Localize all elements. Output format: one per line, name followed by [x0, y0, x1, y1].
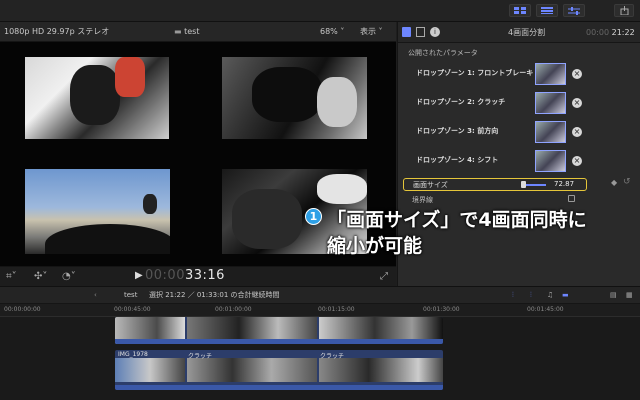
drop-zone-row: ドロップゾーン 4: シフト ×	[398, 150, 640, 178]
drop-zone-thumbnail[interactable]	[535, 150, 566, 172]
drop-zone-thumbnail[interactable]	[535, 63, 566, 85]
screen-size-value[interactable]: 72.87	[554, 180, 574, 188]
play-icon[interactable]: ▶	[135, 270, 143, 281]
film-strip-icon[interactable]	[416, 27, 425, 37]
selection-info: 選択 21:22 ／ 01:33:01 の合計継続時間	[149, 291, 280, 299]
drop-zone-label: ドロップゾーン 4: シフト	[416, 156, 499, 164]
inspector-timecode-value: 21:22	[611, 28, 635, 37]
split-screen-top-right	[222, 57, 367, 139]
speed-icon[interactable]: ◔˅	[62, 271, 76, 282]
inspector-panel: i 4画面分割 00:00 21:22 公開されたパラメータ ドロップゾーン 1…	[397, 22, 640, 286]
clip-name: クラッチ	[188, 353, 213, 360]
film-icon: ▬	[174, 27, 185, 36]
project-name: test	[124, 291, 138, 299]
inspector-title: 4画面分割	[508, 28, 546, 37]
border-label: 境界線	[412, 196, 433, 204]
timeline-tracks[interactable]: IMG_1978 クラッチ クラッチ	[0, 317, 640, 400]
timecode-dim: 00:00	[145, 268, 185, 283]
skimming-icon[interactable]: ⫶	[530, 287, 532, 304]
clear-icon[interactable]: ×	[572, 69, 582, 79]
chevron-down-icon: ˅	[337, 27, 345, 36]
crop-icon[interactable]: ⌗˅	[6, 271, 17, 282]
timeline-ruler[interactable]: 00:00:00:00 00:00:45:00 00:01:00:00 00:0…	[0, 304, 640, 317]
ruler-tick: 00:00:00:00	[4, 306, 41, 313]
compound-clip-lower[interactable]: IMG_1978 クラッチ クラッチ	[115, 350, 443, 390]
timecode-value: 33:16	[184, 268, 225, 283]
clear-icon[interactable]: ×	[572, 156, 582, 166]
border-checkbox[interactable]	[568, 195, 575, 202]
inspector-toggle-button[interactable]	[563, 4, 585, 17]
browser-layout-button[interactable]	[509, 4, 531, 17]
back-icon[interactable]: ‹	[94, 287, 97, 304]
screen-size-param: 画面サイズ 72.87	[403, 178, 587, 191]
drop-zone-label: ドロップゾーン 3: 前方向	[416, 127, 499, 135]
display-dropdown[interactable]: 表示 ˅	[360, 22, 383, 42]
sliders-icon	[568, 6, 580, 15]
viewer-timecode: 00:0033:16	[145, 268, 225, 283]
ruler-tick: 00:01:30:00	[423, 306, 460, 313]
timeline-header: ‹ test 選択 21:22 ／ 01:33:01 の合計継続時間 ⫶ ⫶ ♫…	[0, 286, 640, 304]
viewer-title: ▬ test	[174, 22, 199, 42]
chevron-down-icon: ˅	[376, 27, 383, 36]
inspector-timecode: 00:00 21:22	[586, 22, 635, 43]
screen-size-label: 画面サイズ	[413, 181, 448, 189]
slider-handle[interactable]	[521, 181, 526, 188]
clear-icon[interactable]: ×	[572, 127, 582, 137]
timeline-layout-icon	[541, 7, 553, 14]
annotation-line-1: 「画面サイズ」で4画面同時に	[327, 209, 587, 231]
viewer-transport: ⌗˅ ✣˅ ◔˅ ▶ 00:0033:16 ⤢	[0, 266, 396, 286]
keyframe-icon[interactable]: ◆	[611, 178, 617, 187]
inspector-timecode-dim: 00:00	[586, 28, 610, 37]
drop-zone-row: ドロップゾーン 1: フロントブレーキ ×	[398, 63, 640, 91]
clip-appearance-icon[interactable]: ▤	[610, 287, 617, 304]
video-inspector-icon[interactable]	[402, 27, 411, 37]
split-screen-top-left	[25, 57, 169, 139]
info-icon[interactable]: i	[430, 27, 440, 37]
share-button[interactable]	[614, 4, 634, 17]
drop-zone-row: ドロップゾーン 2: クラッチ ×	[398, 92, 640, 120]
compound-clip-upper[interactable]	[115, 317, 443, 344]
display-label: 表示	[360, 27, 376, 36]
clip-name: IMG_1978	[118, 351, 148, 358]
clear-icon[interactable]: ×	[572, 98, 582, 108]
annotation-number-badge: 1	[305, 208, 322, 225]
headphones-icon[interactable]: ♫	[547, 287, 553, 304]
fullscreen-icon[interactable]: ⤢	[380, 271, 388, 282]
drop-zone-label: ドロップゾーン 1: フロントブレーキ	[416, 69, 534, 77]
clip-name: クラッチ	[320, 353, 345, 360]
viewer-title-text: test	[184, 27, 200, 36]
reset-icon[interactable]: ↺	[623, 177, 631, 187]
split-screen-bottom-left	[25, 169, 170, 254]
viewer-header: 1080p HD 29.97p ステレオ ▬ test 68% ˅ 表示 ˅	[0, 22, 396, 42]
drop-zone-thumbnail[interactable]	[535, 92, 566, 114]
snapping-icon[interactable]: ▬	[562, 287, 569, 304]
drop-zone-thumbnail[interactable]	[535, 121, 566, 143]
inspector-header: i 4画面分割 00:00 21:22	[398, 22, 640, 43]
transform-icon[interactable]: ✣˅	[34, 271, 47, 282]
audio-skimming-icon[interactable]: ⫶	[512, 287, 514, 304]
zoom-dropdown[interactable]: 68% ˅	[320, 22, 344, 42]
annotation-line-2: 縮小が可能	[327, 235, 423, 257]
published-params-heading: 公開されたパラメータ	[408, 49, 478, 57]
top-toolbar	[0, 0, 640, 22]
ruler-tick: 00:00:45:00	[114, 306, 151, 313]
ruler-tick: 00:01:45:00	[527, 306, 564, 313]
ruler-tick: 00:01:00:00	[215, 306, 252, 313]
drop-zone-row: ドロップゾーン 3: 前方向 ×	[398, 121, 640, 149]
timeline-layout-button[interactable]	[536, 4, 558, 17]
format-label: 1080p HD 29.97p ステレオ	[4, 27, 110, 36]
timeline-index-icon[interactable]: ▦	[626, 287, 633, 304]
share-icon	[620, 6, 628, 15]
zoom-value: 68%	[320, 27, 338, 36]
grid-icon	[514, 7, 526, 14]
ruler-tick: 00:01:15:00	[318, 306, 355, 313]
drop-zone-label: ドロップゾーン 2: クラッチ	[416, 98, 506, 106]
